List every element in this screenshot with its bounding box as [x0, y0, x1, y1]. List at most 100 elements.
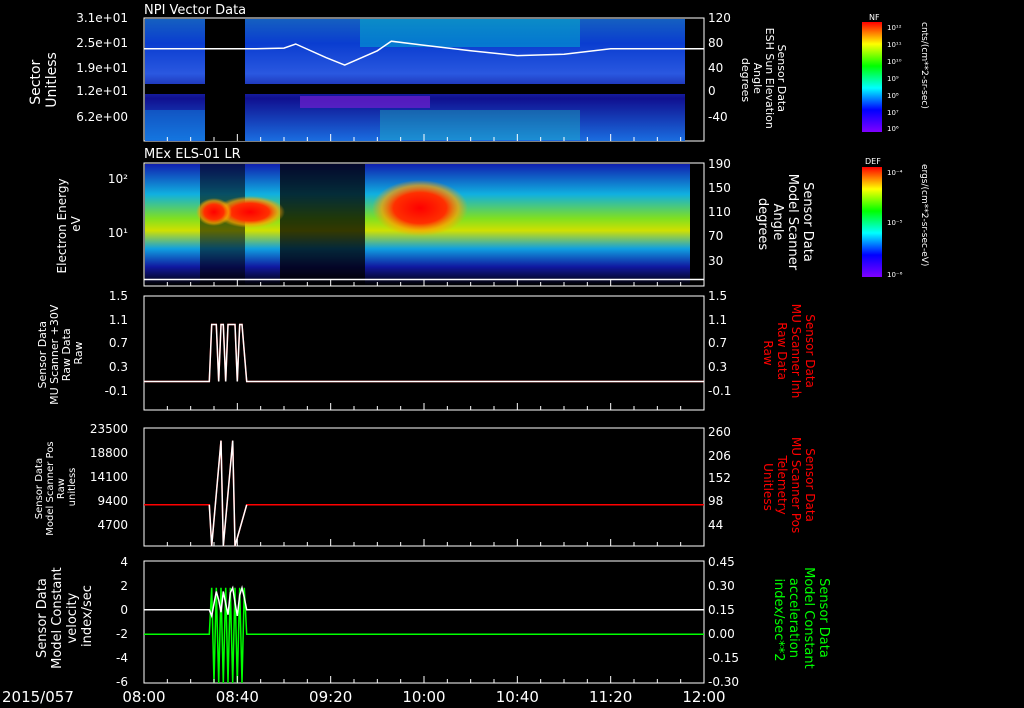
y2-axis-label-line: Raw Data — [775, 322, 789, 380]
y2-axis-label-line: Unitless — [761, 463, 775, 511]
y2-tick-label: -0.1 — [708, 384, 731, 398]
y-axis-right: 260 206 152 98 44 Sensor Data MU Scanner… — [708, 425, 817, 537]
y2-tick-label: 0.45 — [708, 555, 735, 569]
y2-tick-label: 44 — [708, 518, 723, 532]
colorbar-tick: 10⁻⁶ — [887, 271, 903, 279]
colorbar-tag: DEF — [865, 157, 881, 166]
y-tick-label: 1.5 — [109, 289, 128, 303]
y2-tick-label: 0.3 — [708, 360, 727, 374]
y-tick-label: -2 — [116, 627, 128, 641]
y2-tick-label: 152 — [708, 471, 731, 485]
chart-figure: NPI Vector Data 3.1e+01 2.5e+01 1.9e+01 … — [2, 3, 929, 706]
colorbar-tick: 10⁶ — [887, 125, 899, 133]
y-tick-label: 4 — [120, 555, 128, 569]
y-tick-label: 14100 — [90, 470, 128, 484]
y2-tick-label: -40 — [708, 110, 728, 124]
y-axis-label-line: Sector — [28, 59, 44, 104]
y-tick-label: 0.7 — [109, 336, 128, 350]
y-tick-label: -0.1 — [105, 384, 128, 398]
y-axis-label-line: unitless — [67, 468, 78, 507]
y2-axis-label-line: degrees — [755, 198, 770, 251]
x-tick-label: 10:40 — [496, 688, 539, 706]
colorbar-tick: 10⁸ — [887, 92, 899, 100]
y2-axis-label-line: Telemetry — [775, 454, 789, 514]
x-tick-label: 08:40 — [216, 688, 259, 706]
spectrogram — [145, 19, 685, 141]
y-axis-right: 0.45 0.30 0.15 0.00 -0.15 -0.30 Sensor D… — [708, 555, 831, 689]
y2-tick-label: 190 — [708, 157, 731, 171]
y2-axis-label: Sensor Data ESH Sun Elevation Angle degr… — [739, 28, 788, 133]
y2-axis-label-line: Model Scanner — [785, 174, 800, 271]
y2-tick-label: 30 — [708, 254, 723, 268]
y-axis-label: Sensor Data Model Scanner Pos Raw unitle… — [34, 438, 78, 535]
y-axis-label: Sector Unitless — [28, 52, 60, 108]
y2-tick-label: 120 — [708, 11, 731, 25]
y2-axis-label: Sensor Data Model Scanner Angle degrees — [755, 174, 815, 275]
colorbar-tick: 10¹⁰ — [887, 58, 902, 66]
y2-axis-label-line: MU Scanner Inh — [789, 304, 803, 399]
x-tick-label: 08:00 — [122, 688, 165, 706]
y2-axis-label-line: MU Scanner Pos — [789, 437, 803, 533]
panel-scanner-raw: 1.5 1.1 0.7 0.3 -0.1 Sensor Data MU Scan… — [36, 289, 817, 411]
colorbar-tag: NF — [869, 13, 880, 22]
colorbar — [862, 22, 882, 132]
spectrogram-hotspot — [196, 198, 232, 226]
y-tick-label: 1.1 — [109, 313, 128, 327]
y2-tick-label: 0.30 — [708, 579, 735, 593]
y-axis-label: Sensor Data Model Constant velocity inde… — [35, 563, 95, 669]
y2-tick-label: 98 — [708, 494, 723, 508]
y2-tick-label: 40 — [708, 61, 723, 75]
y-tick-label: 2.5e+01 — [76, 36, 128, 50]
panel-title: MEx ELS-01 LR — [144, 147, 241, 162]
y-tick-label: -4 — [116, 651, 128, 665]
y2-tick-label: 0 — [708, 84, 716, 98]
y2-tick-label: 0.15 — [708, 603, 735, 617]
date-label: 2015/057 — [2, 688, 74, 706]
x-tick-label: 09:20 — [309, 688, 352, 706]
y-axis-label: Sensor Data MU Scanner +30V Raw Data Raw — [36, 301, 85, 405]
y-axis-label-line: eV — [69, 215, 83, 231]
y2-axis-label-line: Sensor Data — [803, 448, 817, 522]
panel-els: MEx ELS-01 LR 10² 10¹ Electron Energy eV… — [55, 147, 815, 287]
colorbar-unit: ergs/(cm**2-sr-sec-eV) — [919, 164, 929, 266]
y2-tick-label: 1.5 — [708, 289, 727, 303]
y-axis-left: 23500 18800 14100 9400 4700 Sensor Data … — [34, 422, 128, 536]
y2-tick-label: 0.00 — [708, 627, 735, 641]
x-tick-label: 10:00 — [402, 688, 445, 706]
colorbar-tick: 10¹² — [887, 24, 902, 32]
y-axis-label-line: Electron Energy — [55, 178, 69, 273]
colorbar-nf: NF 10¹² 10¹¹ 10¹⁰ 10⁹ 10⁸ 10⁷ 10⁶ cnts/(… — [862, 13, 929, 133]
y-axis-label-line: Raw — [72, 341, 85, 364]
y2-tick-label: 260 — [708, 425, 731, 439]
spectrogram-patch — [380, 110, 580, 140]
spectrogram — [145, 164, 690, 285]
y-tick-label: 4700 — [97, 518, 128, 532]
colorbar-unit: cnts/(cm**2-sr-sec) — [919, 22, 929, 109]
y-axis-right: 120 80 40 0 -40 Sensor Data ESH Sun Elev… — [708, 11, 788, 133]
spectrogram-patch — [300, 96, 430, 108]
colorbar-tick: 10⁷ — [887, 109, 899, 117]
spectrogram-hotspot — [372, 180, 468, 236]
y-axis-label-line: index/sec — [80, 585, 95, 647]
y2-axis-label: Sensor Data Model Constant acceleration … — [771, 567, 831, 673]
y-axis-left: 10² 10¹ Electron Energy eV — [55, 172, 128, 273]
y2-axis-label: Sensor Data MU Scanner Pos Telemetry Uni… — [761, 437, 817, 537]
colorbar-tick: 10¹¹ — [887, 41, 902, 49]
y2-axis-label-line: Model Constant — [801, 567, 816, 669]
colorbar — [862, 167, 882, 277]
y2-axis-label-line: acceleration — [786, 578, 801, 658]
y-tick-label: 2 — [120, 579, 128, 593]
y-axis-left: 3.1e+01 2.5e+01 1.9e+01 1.2e+01 6.2e+00 … — [28, 11, 128, 124]
y-axis-label-line: Model Constant — [50, 567, 65, 669]
x-tick-label: 12:00 — [682, 688, 725, 706]
y-axis-label-line: velocity — [65, 592, 80, 643]
y-axis-label-line: Sensor Data — [35, 578, 50, 658]
panel-model-constant: 4 2 0 -2 -4 -6 Sensor Data Model Constan… — [35, 555, 831, 689]
y-tick-label: 3.1e+01 — [76, 11, 128, 25]
y-axis-left: 4 2 0 -2 -4 -6 Sensor Data Model Constan… — [35, 555, 128, 689]
spectrogram-patch — [145, 110, 205, 140]
y-tick-label: 10¹ — [108, 226, 128, 240]
y2-tick-label: 150 — [708, 181, 731, 195]
y2-axis-label-line: Sensor Data — [816, 578, 831, 658]
y-tick-label: 23500 — [90, 422, 128, 436]
